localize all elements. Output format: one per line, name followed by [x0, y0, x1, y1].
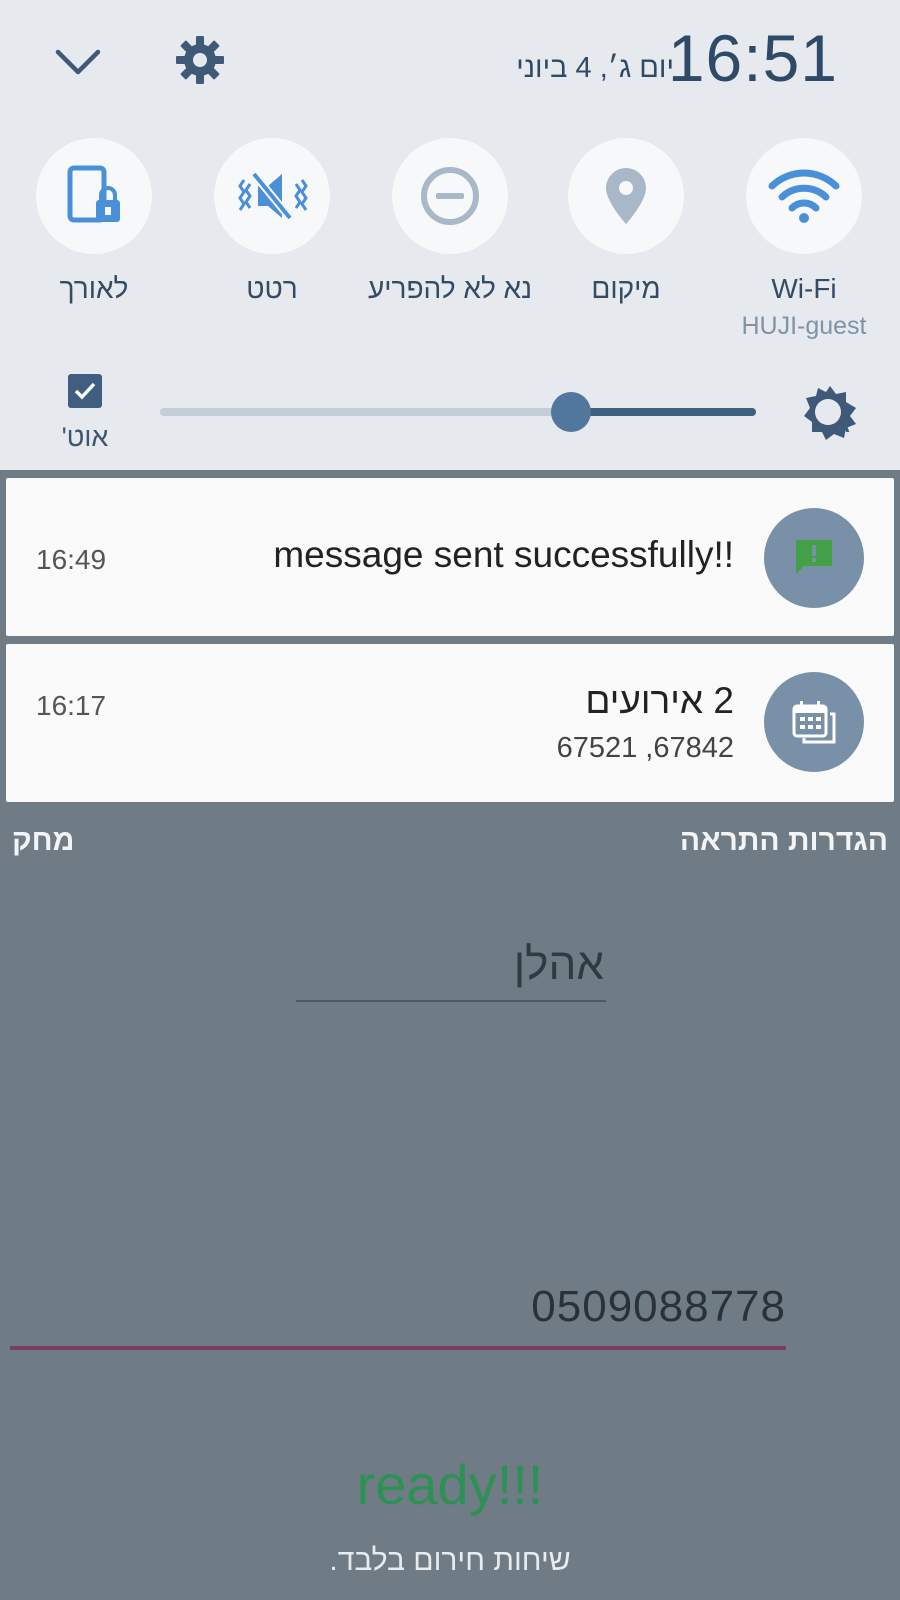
message-alert-icon: [796, 540, 832, 574]
toggle-do-not-disturb[interactable]: נא לא להפריע: [362, 138, 538, 358]
svg-text:A: A: [834, 412, 850, 437]
brightness-slider-fill: [571, 408, 756, 416]
portrait-lock-icon: [67, 165, 120, 223]
check-icon: [74, 382, 96, 400]
do-not-disturb-icon: [421, 167, 479, 225]
status-text: ready!!!: [356, 1453, 544, 1516]
wifi-icon: [768, 169, 840, 223]
toggle-portrait-label: לאורך: [59, 273, 129, 304]
date-label[interactable]: יום ג׳, 4 ביוני: [516, 52, 674, 85]
location-pin-icon: [606, 168, 646, 224]
toggle-vibrate[interactable]: רטט: [184, 138, 360, 358]
notification-app-icon: [764, 672, 864, 772]
vibrate-icon: [238, 171, 308, 221]
notification-subtitle: 67842, 67521: [556, 732, 734, 764]
toggle-location[interactable]: מיקום: [538, 138, 714, 358]
chevron-down-icon[interactable]: [50, 34, 106, 90]
notification-calendar[interactable]: 2 אירועים 67842, 67521 16:17: [6, 644, 894, 802]
toggle-wifi[interactable]: Wi-Fi HUJI-guest: [716, 138, 892, 358]
greeting-field[interactable]: אהלן: [296, 940, 606, 1002]
toggle-vibrate-label: רטט: [246, 273, 298, 304]
brightness-slider-thumb[interactable]: [551, 392, 591, 432]
emergency-calls-only-text: שיחות חירום בלבד.: [329, 1544, 571, 1577]
clear-notifications-button[interactable]: מחק: [12, 824, 74, 858]
wifi-network-name: HUJI-guest: [741, 312, 867, 340]
toggle-dnd-label: נא לא להפריע: [367, 273, 533, 304]
notification-message[interactable]: message sent successfully!! 16:49: [6, 478, 894, 636]
gear-icon[interactable]: [172, 32, 228, 88]
notification-time: 16:49: [36, 544, 107, 575]
toggle-location-label: מיקום: [591, 273, 661, 304]
auto-brightness-checkbox[interactable]: [68, 374, 102, 408]
notification-app-icon: [764, 508, 864, 608]
notification-time: 16:17: [36, 690, 107, 721]
clock-time: 16:51: [667, 21, 838, 95]
toggle-portrait[interactable]: לאורך: [6, 138, 182, 358]
auto-brightness-label: אוט': [61, 422, 109, 452]
notification-title: 2 אירועים: [585, 680, 734, 721]
notification-settings-button[interactable]: הגדרות התראה: [680, 824, 888, 858]
notification-title: message sent successfully!!: [273, 534, 734, 575]
phone-number-field[interactable]: 0509088778: [10, 1282, 786, 1350]
brightness-auto-icon: A: [804, 386, 856, 440]
calendar-icon: [792, 701, 836, 744]
brightness-slider[interactable]: [160, 392, 756, 432]
toggle-wifi-label: Wi-Fi: [771, 273, 837, 304]
